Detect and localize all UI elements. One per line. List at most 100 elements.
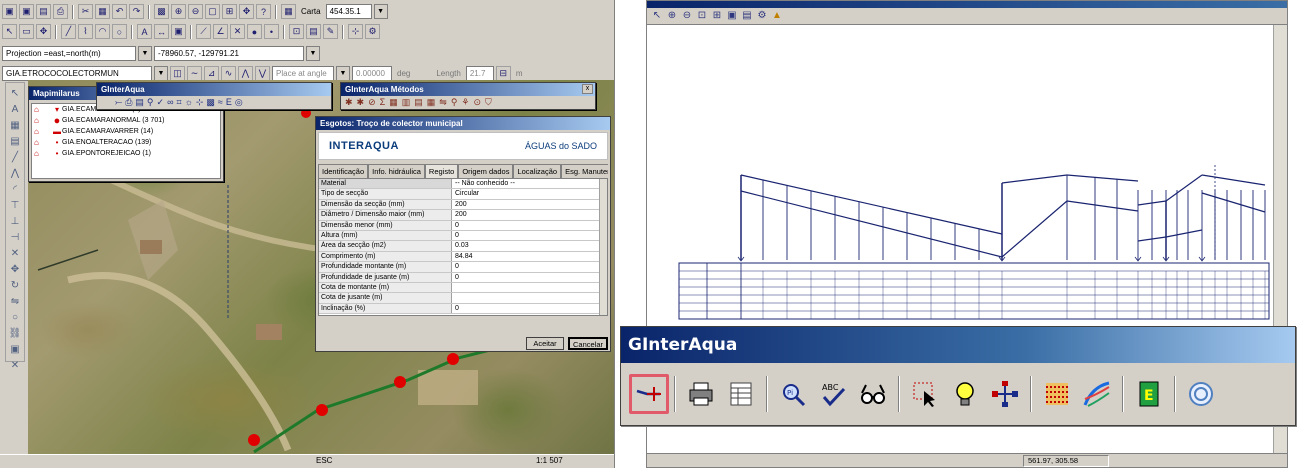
fit-icon[interactable]: ⊞ [222, 4, 237, 19]
pattern-icon[interactable]: ▩ [206, 97, 215, 108]
snap-icon[interactable]: ⊹ [348, 24, 363, 39]
dot-icon[interactable]: • [264, 24, 279, 39]
layer-item[interactable]: ⌂ ▬ GIA.ECAMARAVARRER (14) [32, 126, 220, 137]
tool-move-icon[interactable]: ✥ [8, 263, 22, 276]
projection-field[interactable]: Projection =east,=north(m) [2, 46, 136, 61]
save-icon[interactable]: ▣ [2, 4, 17, 19]
zoom-in-icon[interactable]: ⊕ [171, 4, 186, 19]
grid-icon[interactable]: ▦ [281, 4, 296, 19]
place-option-field[interactable]: Place at angle [272, 66, 334, 81]
property-value[interactable]: 0 [452, 221, 607, 230]
measure-icon[interactable]: ⊡ [289, 24, 304, 39]
help-icon[interactable]: ? [256, 4, 271, 19]
option-3-icon[interactable]: ⊿ [204, 66, 219, 81]
layer-item[interactable]: ⌂ • GIA.EPONTOREJEICAO (1) [32, 148, 220, 159]
network-icon[interactable]: ⊹ [196, 97, 204, 108]
spellcheck-icon[interactable]: ✓ [157, 97, 165, 108]
dimension-icon[interactable]: ↔ [154, 24, 169, 39]
tool-rotate-icon[interactable]: ↻ [8, 279, 22, 292]
print-preview-icon[interactable]: ▣ [726, 10, 738, 22]
curves-button[interactable] [1077, 374, 1117, 414]
undo-icon[interactable]: ↶ [112, 4, 127, 19]
tool-delete-icon[interactable]: ✕ [8, 359, 22, 372]
tool-offset-icon[interactable]: ⊣ [8, 231, 22, 244]
method-13-icon[interactable]: ⛉ [485, 97, 492, 108]
pan-icon[interactable]: ✥ [239, 4, 254, 19]
print-icon[interactable]: ⎙ [125, 97, 132, 108]
select-icon[interactable]: ⌗ [176, 97, 181, 108]
cell-icon[interactable]: ▣ [171, 24, 186, 39]
window-icon[interactable]: ▢ [205, 4, 220, 19]
property-row[interactable]: Tipo de secção Circular [319, 189, 607, 200]
tool-extend-icon[interactable]: ⊥ [8, 215, 22, 228]
table-button[interactable] [721, 374, 761, 414]
property-value[interactable]: 200 [452, 200, 607, 209]
wand-icon[interactable]: ✎ [323, 24, 338, 39]
property-row[interactable]: Área da secção (m2) 0.03 [319, 241, 607, 252]
tab-info-hidraulica[interactable]: Info. hidráulica [368, 164, 425, 178]
property-row[interactable]: Cota de montante (m) [319, 282, 607, 294]
warning-icon[interactable]: ▲ [771, 10, 783, 22]
method-11-icon[interactable]: ⚘ [461, 97, 469, 108]
tool-cell-icon[interactable]: ▤ [8, 135, 22, 148]
option-4-icon[interactable]: ∿ [221, 66, 236, 81]
layer-item[interactable]: ⌂ • GIA.ENOALTERACAO (139) [32, 137, 220, 148]
tool-mirror-icon[interactable]: ⇋ [8, 295, 22, 308]
export-icon[interactable]: ▤ [741, 10, 753, 22]
coordinate-field[interactable]: -78960.57, -129791.21 [154, 46, 304, 61]
property-row[interactable]: Profundidade de jusante (m) 0 [319, 272, 607, 283]
tool-text-icon[interactable]: A [8, 103, 22, 116]
layer-icon[interactable]: ▤ [306, 24, 321, 39]
zoom-window-icon[interactable]: ⊡ [696, 10, 708, 22]
zoom-extents-icon[interactable]: ⊞ [711, 10, 723, 22]
tool-polyline-icon[interactable]: ⋀ [8, 167, 22, 180]
method-4-icon[interactable]: Σ [380, 97, 386, 108]
tab-identificacao[interactable]: Identificação [318, 164, 369, 178]
method-5-icon[interactable]: ▦ [389, 97, 398, 108]
property-row[interactable]: Dimensão menor (mm) 0 [319, 220, 607, 231]
property-value[interactable]: 0 [452, 304, 607, 313]
copy-icon[interactable]: ▤ [36, 4, 51, 19]
length-lock-icon[interactable]: ⊟ [495, 66, 511, 81]
find-icon[interactable]: ⚲ [147, 97, 154, 108]
zoom-out-icon[interactable]: ⊖ [681, 10, 693, 22]
redo-icon[interactable]: ↷ [129, 4, 144, 19]
diagonal-icon[interactable]: ⟋ [196, 24, 211, 39]
spellcheck-button[interactable]: ABC [813, 374, 853, 414]
layer-item[interactable]: ⌂ ● GIA.ECAMARANORMAL (3 701) [32, 115, 220, 127]
zoom-out-icon[interactable]: ⊖ [188, 4, 203, 19]
select-button[interactable] [905, 374, 945, 414]
property-value[interactable] [452, 293, 607, 302]
find-button[interactable]: Pi [773, 374, 813, 414]
close-icon[interactable]: x [582, 84, 593, 94]
property-value[interactable]: 200 [452, 210, 607, 219]
method-8-icon[interactable]: ▦ [427, 97, 436, 108]
property-value[interactable]: -- Não conhecido -- [452, 179, 607, 188]
text-icon[interactable]: A [137, 24, 152, 39]
coordinate-dropdown-icon[interactable]: ▼ [306, 46, 320, 61]
method-3-icon[interactable]: ⊘ [368, 97, 376, 108]
glasses-icon[interactable]: ∞ [167, 97, 173, 108]
property-row[interactable]: Material -- Não conhecido -- [319, 179, 607, 190]
method-2-icon[interactable]: ✱ [357, 97, 365, 108]
cancel-button[interactable]: Cancelar [568, 337, 608, 350]
property-value[interactable]: 0 [452, 262, 607, 271]
tool-group-icon[interactable]: ▣ [8, 343, 22, 356]
tool-grid-icon[interactable]: ▦ [8, 119, 22, 132]
property-value[interactable]: 0.03 [452, 241, 607, 250]
lightbulb-button[interactable] [945, 374, 985, 414]
method-1-icon[interactable]: ✱ [345, 97, 353, 108]
table-icon[interactable]: ▤ [135, 97, 144, 108]
tab-localizacao[interactable]: Localização [513, 164, 562, 178]
manhole-point[interactable] [447, 353, 459, 365]
property-row[interactable]: Comprimento (m) 84.84 [319, 251, 607, 263]
draw-profile-button[interactable] [629, 374, 669, 414]
lightbulb-icon[interactable]: ☼ [185, 97, 193, 108]
tool-circle-icon[interactable]: ○ [8, 311, 22, 324]
view-icon[interactable]: ▩ [154, 4, 169, 19]
method-7-icon[interactable]: ▤ [414, 97, 423, 108]
pattern-button[interactable] [1037, 374, 1077, 414]
pointer-icon[interactable]: ↖ [651, 10, 663, 22]
projection-dropdown-icon[interactable]: ▼ [138, 46, 152, 61]
place-option-dropdown-icon[interactable]: ▼ [336, 66, 350, 81]
